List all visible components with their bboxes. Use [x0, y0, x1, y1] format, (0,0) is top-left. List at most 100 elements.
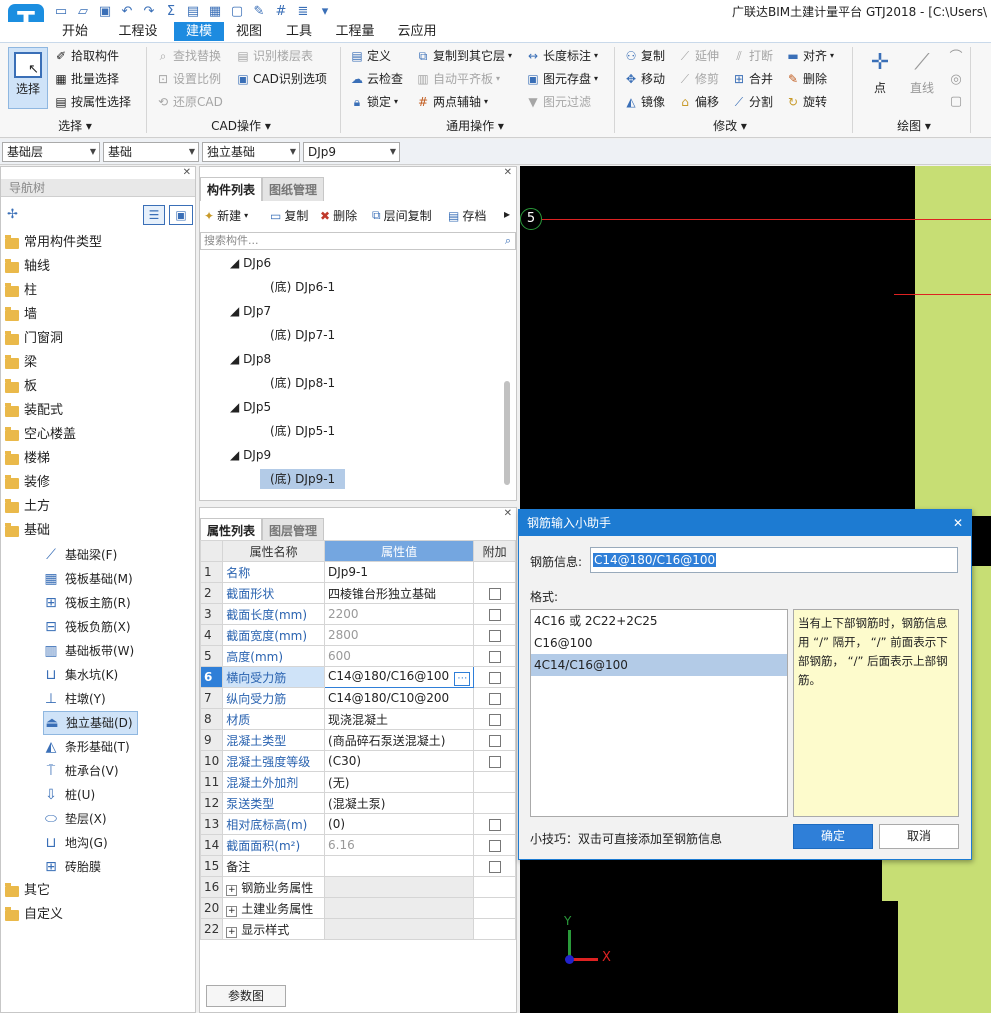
close-icon[interactable]: ✕ — [504, 508, 512, 519]
property-value[interactable]: C14@180/C16@100 ⋯ — [324, 666, 475, 688]
split-button[interactable]: ⟋ 分割 — [732, 92, 773, 112]
tree-item-slab-strip[interactable]: ▥ 基础板带(W) — [43, 639, 134, 663]
table-row[interactable]: 3 截面长度(mm) 2200 — [199, 603, 516, 625]
extra-checkbox[interactable] — [488, 860, 501, 873]
tree-item-cushion[interactable]: ⬭ 垫层(X) — [43, 807, 107, 831]
property-value[interactable]: 6.16 — [324, 834, 475, 856]
table-row[interactable]: 12 泵送类型 (混凝土泵) — [199, 792, 516, 814]
parameter-diagram-button[interactable]: 参数图 — [206, 985, 286, 1007]
axis-bubble[interactable]: 5 — [520, 208, 542, 230]
tree-item-pile-cap[interactable]: ⍑ 桩承台(V) — [43, 759, 119, 783]
tree-item-sump[interactable]: ⊔ 集水坑(K) — [43, 663, 119, 687]
floor-combo[interactable]: 基础层 ▼ — [2, 142, 100, 162]
two-point-axis-button[interactable]: # 两点辅轴 ▾ — [416, 92, 488, 112]
tree-item-pier[interactable]: ⊥ 柱墩(Y) — [43, 687, 106, 711]
list-item[interactable]: (底) DJp7-1 — [270, 325, 335, 345]
tree-folder[interactable]: 自定义 — [5, 903, 63, 927]
scrollbar-thumb[interactable] — [504, 381, 510, 485]
property-value[interactable] — [324, 918, 475, 940]
table-row[interactable]: 5 高度(mm) 600 — [199, 645, 516, 667]
select-by-property-button[interactable]: ▤ 按属性选择 — [54, 92, 131, 112]
table-row[interactable]: 1 名称 DJp9-1 — [199, 561, 516, 583]
format-list[interactable]: 4C16 或 2C22+2C25 C16@100 4C14/C16@100 — [530, 609, 788, 817]
tab-modeling[interactable]: 建模 — [174, 22, 224, 41]
delete-component-button[interactable]: ✖ 删除 — [320, 207, 357, 224]
cloud-check-button[interactable]: ☁ 云检查 — [350, 69, 403, 89]
tree-folder[interactable]: 其它 — [5, 879, 50, 903]
tab-view[interactable]: 视图 — [226, 22, 272, 41]
tree-folder[interactable]: 装修 — [5, 471, 50, 495]
property-value[interactable]: 2800 — [324, 624, 475, 646]
more-tools-icon[interactable]: ▸ — [504, 207, 510, 221]
point-button[interactable]: ✛ 点 — [862, 47, 898, 105]
format-item-selected[interactable]: 4C14/C16@100 — [531, 654, 787, 676]
calculator-icon[interactable]: ▦ — [206, 2, 224, 20]
extra-checkbox[interactable] — [488, 587, 501, 600]
select-group-label[interactable]: 选择 ▾ — [40, 117, 110, 134]
undo-icon[interactable]: ↶ — [118, 2, 136, 20]
save-elements-button[interactable]: ▣ 图元存盘 ▾ — [526, 69, 598, 89]
tree-folder[interactable]: 楼梯 — [5, 447, 50, 471]
pick-component-button[interactable]: ✐ 拾取构件 — [54, 46, 119, 66]
offset-button[interactable]: ⌂ 偏移 — [678, 92, 719, 112]
table-row[interactable]: 6 横向受力筋 C14@180/C16@100 ⋯ — [199, 666, 516, 688]
tree-folder[interactable]: 常用构件类型 — [5, 231, 102, 255]
format-item[interactable]: C16@100 — [531, 632, 787, 654]
table-row[interactable]: 2 截面形状 四棱锥台形独立基础 — [199, 582, 516, 604]
layer-icon[interactable]: ≣ — [294, 2, 312, 20]
trim-button[interactable]: ⟋ 修剪 — [678, 69, 719, 89]
tree-folder[interactable]: 装配式 — [5, 399, 63, 423]
set-scale-button[interactable]: ⊡ 设置比例 — [156, 69, 221, 89]
tree-item-trench[interactable]: ⊔ 地沟(G) — [43, 831, 108, 855]
tree-folder[interactable]: 空心楼盖 — [5, 423, 76, 447]
grid-icon[interactable]: # — [272, 2, 290, 20]
tree-folder[interactable]: 梁 — [5, 351, 37, 375]
tree-folder[interactable]: 柱 — [5, 279, 37, 303]
break-button[interactable]: ⫽ 打断 — [732, 46, 773, 66]
list-item[interactable]: ◢ DJp9 — [230, 445, 271, 465]
list-view-icon[interactable]: ☰ — [143, 205, 165, 225]
tree-item-raft-neg-rebar[interactable]: ⊟ 筏板负筋(X) — [43, 615, 130, 639]
close-icon[interactable]: ✕ — [504, 167, 512, 178]
sum-icon[interactable]: Σ — [162, 2, 180, 20]
property-value[interactable]: (无) — [324, 771, 475, 793]
property-value[interactable]: 2200 — [324, 603, 475, 625]
length-dimension-button[interactable]: ↔ 长度标注 ▾ — [526, 46, 598, 66]
extra-checkbox[interactable] — [488, 755, 501, 768]
table-row[interactable]: 15 备注 — [199, 855, 516, 877]
component-combo[interactable]: DJp9 ▼ — [303, 142, 400, 162]
table-row[interactable]: 14 截面面积(m²) 6.16 — [199, 834, 516, 856]
mirror-button[interactable]: ◭ 镜像 — [624, 92, 665, 112]
rebar-info-input[interactable]: C14@180/C16@100 — [590, 547, 958, 573]
table-row[interactable]: 9 混凝土类型 (商品碎石泵送混凝土) — [199, 729, 516, 751]
expand-icon[interactable]: + — [226, 926, 238, 938]
ellipsis-icon[interactable]: ⋯ — [454, 671, 471, 686]
tree-folder-expanded[interactable]: 基础 — [5, 519, 50, 543]
tab-drawing-management[interactable]: 图纸管理 — [262, 177, 325, 201]
list-item[interactable]: ◢ DJp8 — [230, 349, 271, 369]
table-row[interactable]: 13 相对底标高(m) (0) — [199, 813, 516, 835]
batch-select-button[interactable]: ▦ 批量选择 — [54, 69, 119, 89]
property-value[interactable]: (0) — [324, 813, 475, 835]
tree-folder[interactable]: 轴线 — [5, 255, 50, 279]
report-icon[interactable]: ▤ — [184, 2, 202, 20]
tree-item-pile[interactable]: ⇩ 桩(U) — [43, 783, 95, 807]
list-item-selected[interactable]: (底) DJp9-1 — [260, 469, 346, 489]
property-value[interactable]: 现浇混凝土 — [324, 708, 475, 730]
table-row[interactable]: 22 + 显示样式 — [199, 918, 516, 940]
edit-icon[interactable]: ✎ — [250, 2, 268, 20]
tab-layer-management[interactable]: 图层管理 — [262, 518, 325, 542]
cad-options-button[interactable]: ▣ CAD识别选项 — [236, 69, 327, 89]
tab-cloud[interactable]: 云应用 — [388, 22, 446, 41]
tree-item-brick-mold[interactable]: ⊞ 砖胎膜 — [43, 855, 101, 879]
auto-align-slab-button[interactable]: ▥ 自动平齐板 ▾ — [416, 69, 500, 89]
list-item[interactable]: ◢ DJp5 — [230, 397, 271, 417]
table-row[interactable]: 20 + 土建业务属性 — [199, 897, 516, 919]
tree-item-foundation-beam[interactable]: ⟋ 基础梁(F) — [43, 543, 117, 567]
find-replace-button[interactable]: ⌕ 查找替换 — [156, 46, 221, 66]
rotate-button[interactable]: ↻ 旋转 — [786, 92, 827, 112]
archive-button[interactable]: ▤ 存档 — [448, 207, 486, 224]
type-combo[interactable]: 独立基础 ▼ — [202, 142, 300, 162]
tree-item-raft-main-rebar[interactable]: ⊞ 筏板主筋(R) — [43, 591, 131, 615]
new-component-button[interactable]: ✦ 新建 ▾ — [204, 207, 248, 224]
